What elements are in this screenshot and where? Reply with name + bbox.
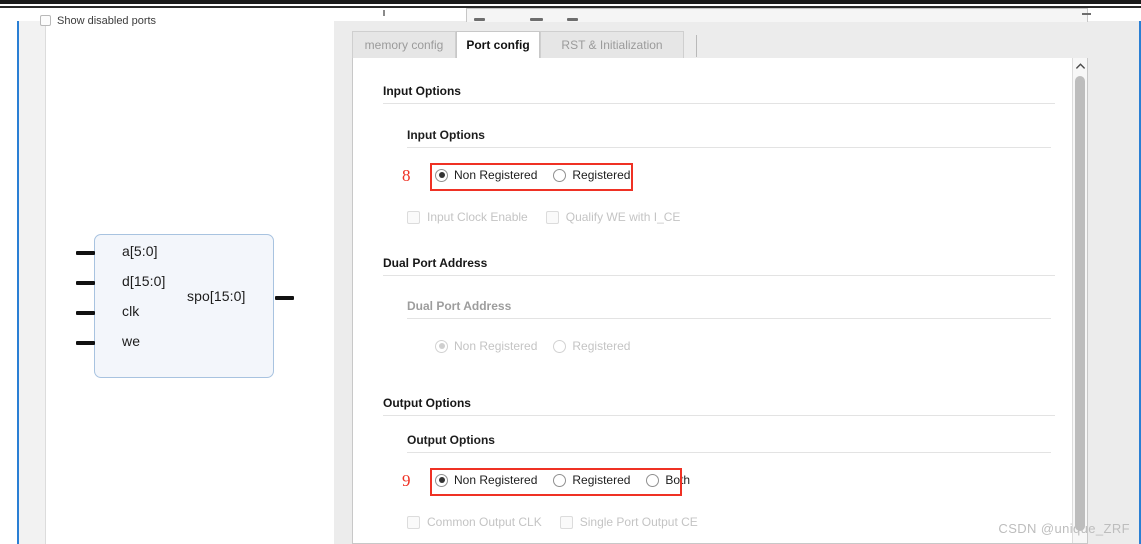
radio-output-non-registered[interactable]: Non Registered [435,473,537,487]
radio-label-output-registered: Registered [572,473,631,487]
pin-stub-we [76,341,95,345]
pin-stub-clk [76,311,95,315]
watermark-text: CSDN @unique_ZRF [998,521,1130,536]
output-options-radio-group[interactable]: Non Registered Registered Both [435,473,690,487]
radio-dual-port-registered: Registered [553,339,630,353]
checkbox-label-input-clock-enable: Input Clock Enable [427,210,528,224]
radio-icon-input-registered[interactable] [553,168,567,182]
radio-label-dual-port-non-registered: Non Registered [454,339,538,353]
section-heading-input-options: Input Options [383,84,1055,104]
radio-icon-dual-port-registered [553,339,567,353]
input-options-checkbox-group: Input Clock Enable Qualify WE with I_CE [407,210,698,224]
checkbox-icon-single-port-output-ce [559,515,573,529]
checkbox-single-port-output-ce: Single Port Output CE [559,515,698,529]
show-disabled-ports-row[interactable]: Show disabled ports [40,12,156,26]
radio-label-input-non-registered: Non Registered [454,168,538,182]
dual-port-address-radio-group: Non Registered Registered [435,339,630,353]
subsection-heading-output-options: Output Options [407,433,1051,453]
tab-strip-separator [696,35,697,57]
section-heading-output-options: Output Options [383,396,1055,416]
radio-output-both[interactable]: Both [646,473,690,487]
scroll-up-arrow-button[interactable] [1073,58,1087,74]
symbol-panel-gutter [19,21,46,544]
radio-icon-dual-port-non-registered [435,339,448,353]
tab-rst-initialization-label: RST & Initialization [561,38,663,52]
radio-dual-port-non-registered: Non Registered [435,339,537,353]
show-disabled-ports-checkbox[interactable] [40,15,51,26]
checkbox-label-single-port-output-ce: Single Port Output CE [579,515,698,529]
annotation-number-8: 8 [402,166,411,185]
port-label-we: we [122,333,141,349]
checkbox-label-qualify-we-with-i-ce: Qualify WE with I_CE [565,210,681,224]
subsection-heading-input-options: Input Options [407,128,1051,148]
checkbox-qualify-we-with-i-ce: Qualify WE with I_CE [545,210,681,224]
pin-stub-spo [275,296,294,300]
port-label-clk: clk [122,303,140,319]
radio-label-input-registered: Registered [572,168,631,182]
scrollbar-thumb[interactable] [1075,76,1085,531]
checkbox-icon-input-clock-enable [407,210,420,224]
pin-stub-d [76,281,95,285]
section-heading-dual-port-address: Dual Port Address [383,256,1055,276]
toolbar-glyphs-truncated [472,10,612,24]
radio-icon-input-non-registered[interactable] [435,168,448,182]
port-label-a: a[5:0] [122,243,158,259]
window-minimize-glyph [1082,13,1091,15]
config-tab-strip: memory config Port config RST & Initiali… [352,31,1088,60]
radio-label-dual-port-registered: Registered [572,339,631,353]
checkbox-common-output-clk: Common Output CLK [407,515,542,529]
tab-memory-config[interactable]: memory config [352,31,456,59]
radio-label-output-both: Both [665,473,691,487]
tab-memory-config-label: memory config [364,38,444,52]
checkbox-icon-qualify-we-with-i-ce [545,210,559,224]
toolbar-tick-icon [383,10,385,16]
port-label-d: d[15:0] [122,273,166,289]
tab-port-config[interactable]: Port config [456,31,540,59]
show-disabled-ports-label: Show disabled ports [57,15,157,27]
checkbox-label-common-output-clk: Common Output CLK [427,515,542,529]
chevron-up-icon [1075,63,1085,69]
annotation-number-9: 9 [402,471,411,490]
port-config-content: Input Options Input Options Non Register… [352,58,1088,544]
radio-input-non-registered[interactable]: Non Registered [435,168,537,182]
content-scrollbar[interactable] [1072,58,1087,543]
radio-output-registered[interactable]: Registered [553,473,630,487]
radio-icon-output-both[interactable] [646,473,660,487]
radio-icon-output-non-registered[interactable] [435,473,448,487]
radio-label-output-non-registered: Non Registered [454,473,538,487]
radio-icon-output-registered[interactable] [553,473,567,487]
port-label-spo: spo[15:0] [187,288,246,304]
symbol-diagram: a[5:0] d[15:0] clk we spo[15:0] [76,234,296,384]
symbol-body [94,234,274,378]
pin-stub-a [76,251,95,255]
checkbox-input-clock-enable: Input Clock Enable [407,210,528,224]
checkbox-icon-common-output-clk [407,515,420,529]
tab-rst-initialization[interactable]: RST & Initialization [540,31,684,59]
output-options-checkbox-group: Common Output CLK Single Port Output CE [407,515,716,529]
input-options-radio-group[interactable]: Non Registered Registered [435,168,630,182]
subsection-heading-dual-port-address: Dual Port Address [407,299,1051,319]
tab-port-config-label: Port config [466,38,530,52]
radio-input-registered[interactable]: Registered [553,168,630,182]
